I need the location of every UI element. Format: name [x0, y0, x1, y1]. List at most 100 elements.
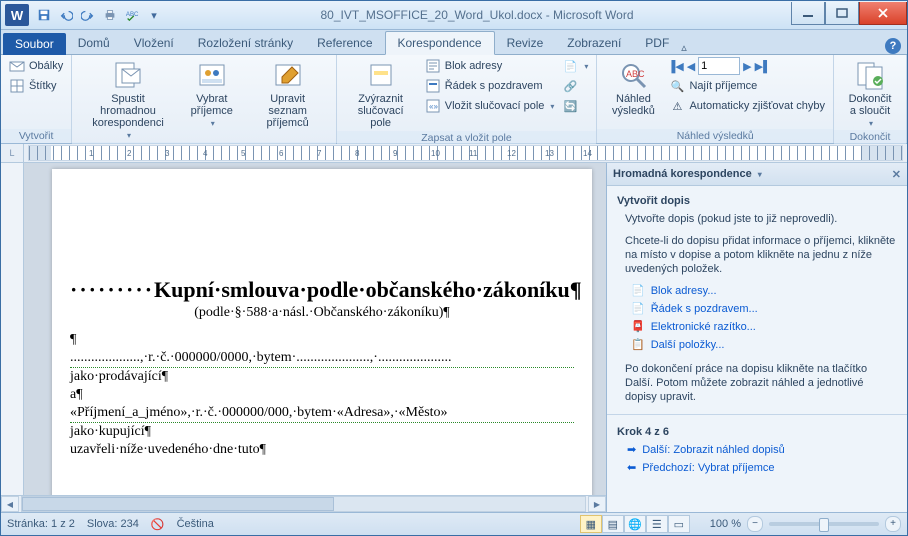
undo-icon[interactable]: [57, 6, 75, 24]
finish-merge-button[interactable]: Dokončit a sloučit▾: [840, 57, 900, 130]
minimize-button[interactable]: [791, 2, 825, 25]
preview-icon: ABC: [617, 59, 649, 91]
task-pane-title: Hromadná korespondence: [613, 168, 752, 180]
insert-field-icon: «»: [425, 98, 441, 114]
ribbon: Obálky Štítky Vytvořit Spustit hromadnou…: [1, 55, 907, 144]
tab-home[interactable]: Domů: [66, 32, 122, 54]
document-heading: Kupní·smlouva·podle·občanského·zákoníku¶: [154, 277, 582, 302]
redo-icon[interactable]: [79, 6, 97, 24]
select-recipients-button[interactable]: Vybrat příjemce▾: [182, 57, 242, 130]
scroll-thumb[interactable]: [22, 497, 334, 511]
next-record-icon[interactable]: ▶: [743, 60, 751, 73]
tab-selector[interactable]: L: [1, 144, 24, 162]
pane-prev-link[interactable]: ⬅Předchozí: Vybrat příjemce: [627, 461, 897, 475]
document-page[interactable]: ·········Kupní·smlouva·podle·občanského·…: [52, 169, 592, 495]
pane-step-label: Krok 4 z 6: [617, 425, 897, 439]
group-preview: ABCNáhled výsledků ▐◀ ◀ ▶ ▶▌ 🔍Najít příj…: [597, 55, 834, 143]
tab-references[interactable]: Reference: [305, 32, 384, 54]
rules-button[interactable]: 📄▾: [560, 57, 590, 75]
print-icon[interactable]: [101, 6, 119, 24]
horizontal-scrollbar[interactable]: ◀ ▶: [1, 495, 606, 512]
tab-pdf[interactable]: PDF: [633, 32, 681, 54]
greeting-line-button[interactable]: Řádek s pozdravem: [423, 77, 557, 95]
pane-link-0-label: Blok adresy...: [651, 284, 717, 298]
status-page[interactable]: Stránka: 1 z 2: [7, 518, 75, 530]
prev-record-icon[interactable]: ◀: [687, 60, 695, 73]
highlight-fields-button[interactable]: Zvýraznit slučovací pole: [343, 57, 419, 131]
pane-menu-icon[interactable]: ▾: [758, 170, 762, 179]
pane-link-postage[interactable]: 📮Elektronické razítko...: [631, 320, 897, 334]
preview-results-button[interactable]: ABCNáhled výsledků: [603, 57, 663, 119]
tab-insert[interactable]: Vložení: [122, 32, 186, 54]
group-finish-label: Dokončit: [834, 130, 906, 144]
pane-text-2: Chcete-li do dopisu přidat informace o p…: [625, 234, 897, 276]
doc-line-4: a¶: [70, 386, 574, 404]
scroll-left-icon[interactable]: ◀: [1, 496, 19, 512]
tab-layout[interactable]: Rozložení stránky: [186, 32, 305, 54]
page-icon: 📄: [631, 284, 645, 298]
zoom-out-button[interactable]: −: [747, 516, 763, 532]
view-print-layout[interactable]: ▦: [580, 515, 602, 533]
document-subtitle: (podle·§·588·a·násl.·Občanského·zákoníku…: [70, 305, 574, 321]
view-outline[interactable]: ☰: [646, 515, 668, 533]
doc-line-5: «Příjmení_a_jméno»,·r.·č.·000000/000,·by…: [70, 404, 574, 423]
spellcheck-icon[interactable]: ABC: [123, 6, 141, 24]
pane-text-3: Po dokončení práce na dopisu klikněte na…: [625, 362, 897, 404]
address-block-button[interactable]: Blok adresy: [423, 57, 557, 75]
save-icon[interactable]: [35, 6, 53, 24]
app-menu-button[interactable]: W: [5, 4, 29, 26]
view-fullscreen[interactable]: ▤: [602, 515, 624, 533]
pane-link-1-label: Řádek s pozdravem...: [651, 302, 758, 316]
zoom-slider[interactable]: [769, 522, 879, 526]
scroll-right-icon[interactable]: ▶: [588, 496, 606, 512]
match-fields-button[interactable]: 🔗: [560, 77, 590, 95]
vertical-ruler[interactable]: [1, 163, 24, 495]
labels-button[interactable]: Štítky: [7, 77, 65, 95]
pane-link-more[interactable]: 📋Další položky...: [631, 338, 897, 352]
help-icon[interactable]: ?: [885, 38, 901, 54]
highlight-fields-label: Zvýraznit slučovací pole: [347, 93, 415, 129]
doc-line-6: jako·kupující¶: [70, 423, 574, 441]
status-language[interactable]: Čeština: [177, 518, 214, 530]
tab-view[interactable]: Zobrazení: [555, 32, 633, 54]
zoom-in-button[interactable]: +: [885, 516, 901, 532]
finish-merge-label: Dokončit a sloučit: [849, 93, 892, 117]
envelopes-button[interactable]: Obálky: [7, 57, 65, 75]
find-recipient-button[interactable]: 🔍Najít příjemce: [667, 77, 827, 95]
maximize-button[interactable]: [825, 2, 859, 25]
qat-dropdown-icon[interactable]: ▾: [145, 6, 163, 24]
edit-recipients-button[interactable]: Upravit seznam příjemců: [246, 57, 330, 131]
find-recipient-label: Najít příjemce: [689, 80, 757, 92]
record-number-input[interactable]: [698, 57, 740, 75]
status-words[interactable]: Slova: 234: [87, 518, 139, 530]
update-labels-button[interactable]: 🔄: [560, 97, 590, 115]
last-record-icon[interactable]: ▶▌: [755, 60, 771, 73]
page-viewport[interactable]: ·········Kupní·smlouva·podle·občanského·…: [24, 163, 606, 495]
task-pane-body: Vytvořit dopis Vytvořte dopis (pokud jst…: [607, 186, 907, 512]
address-block-icon: [425, 58, 441, 74]
view-web[interactable]: 🌐: [624, 515, 646, 533]
file-tab[interactable]: Soubor: [3, 33, 66, 55]
pane-next-link[interactable]: ➡Další: Zobrazit náhled dopisů: [627, 443, 897, 457]
zoom-level[interactable]: 100 %: [710, 518, 741, 530]
pane-link-2-label: Elektronické razítko...: [651, 320, 756, 334]
pane-link-greeting[interactable]: 📄Řádek s pozdravem...: [631, 302, 897, 316]
pane-close-icon[interactable]: ✕: [892, 168, 901, 181]
envelopes-label: Obálky: [29, 60, 63, 72]
tab-review[interactable]: Revize: [495, 32, 556, 54]
start-merge-icon: [112, 59, 144, 91]
tab-mailings[interactable]: Korespondence: [385, 31, 495, 55]
scroll-track[interactable]: [21, 496, 586, 512]
view-draft[interactable]: ▭: [668, 515, 690, 533]
pane-link-3-label: Další položky...: [651, 338, 725, 352]
minimize-ribbon-icon[interactable]: ▵: [681, 41, 687, 54]
insert-field-button[interactable]: «»Vložit slučovací pole▾: [423, 97, 557, 115]
first-record-icon[interactable]: ▐◀: [667, 60, 683, 73]
proofing-icon[interactable]: 🚫: [151, 518, 165, 531]
close-button[interactable]: [859, 2, 907, 25]
zoom-slider-thumb[interactable]: [819, 518, 829, 532]
horizontal-ruler[interactable]: 1234567891011121314: [28, 145, 903, 161]
pane-link-address-block[interactable]: 📄 Blok adresy...: [631, 284, 897, 298]
start-merge-button[interactable]: Spustit hromadnou korespondenci▾: [78, 57, 178, 142]
check-errors-button[interactable]: ⚠Automaticky zjišťovat chyby: [667, 97, 827, 115]
